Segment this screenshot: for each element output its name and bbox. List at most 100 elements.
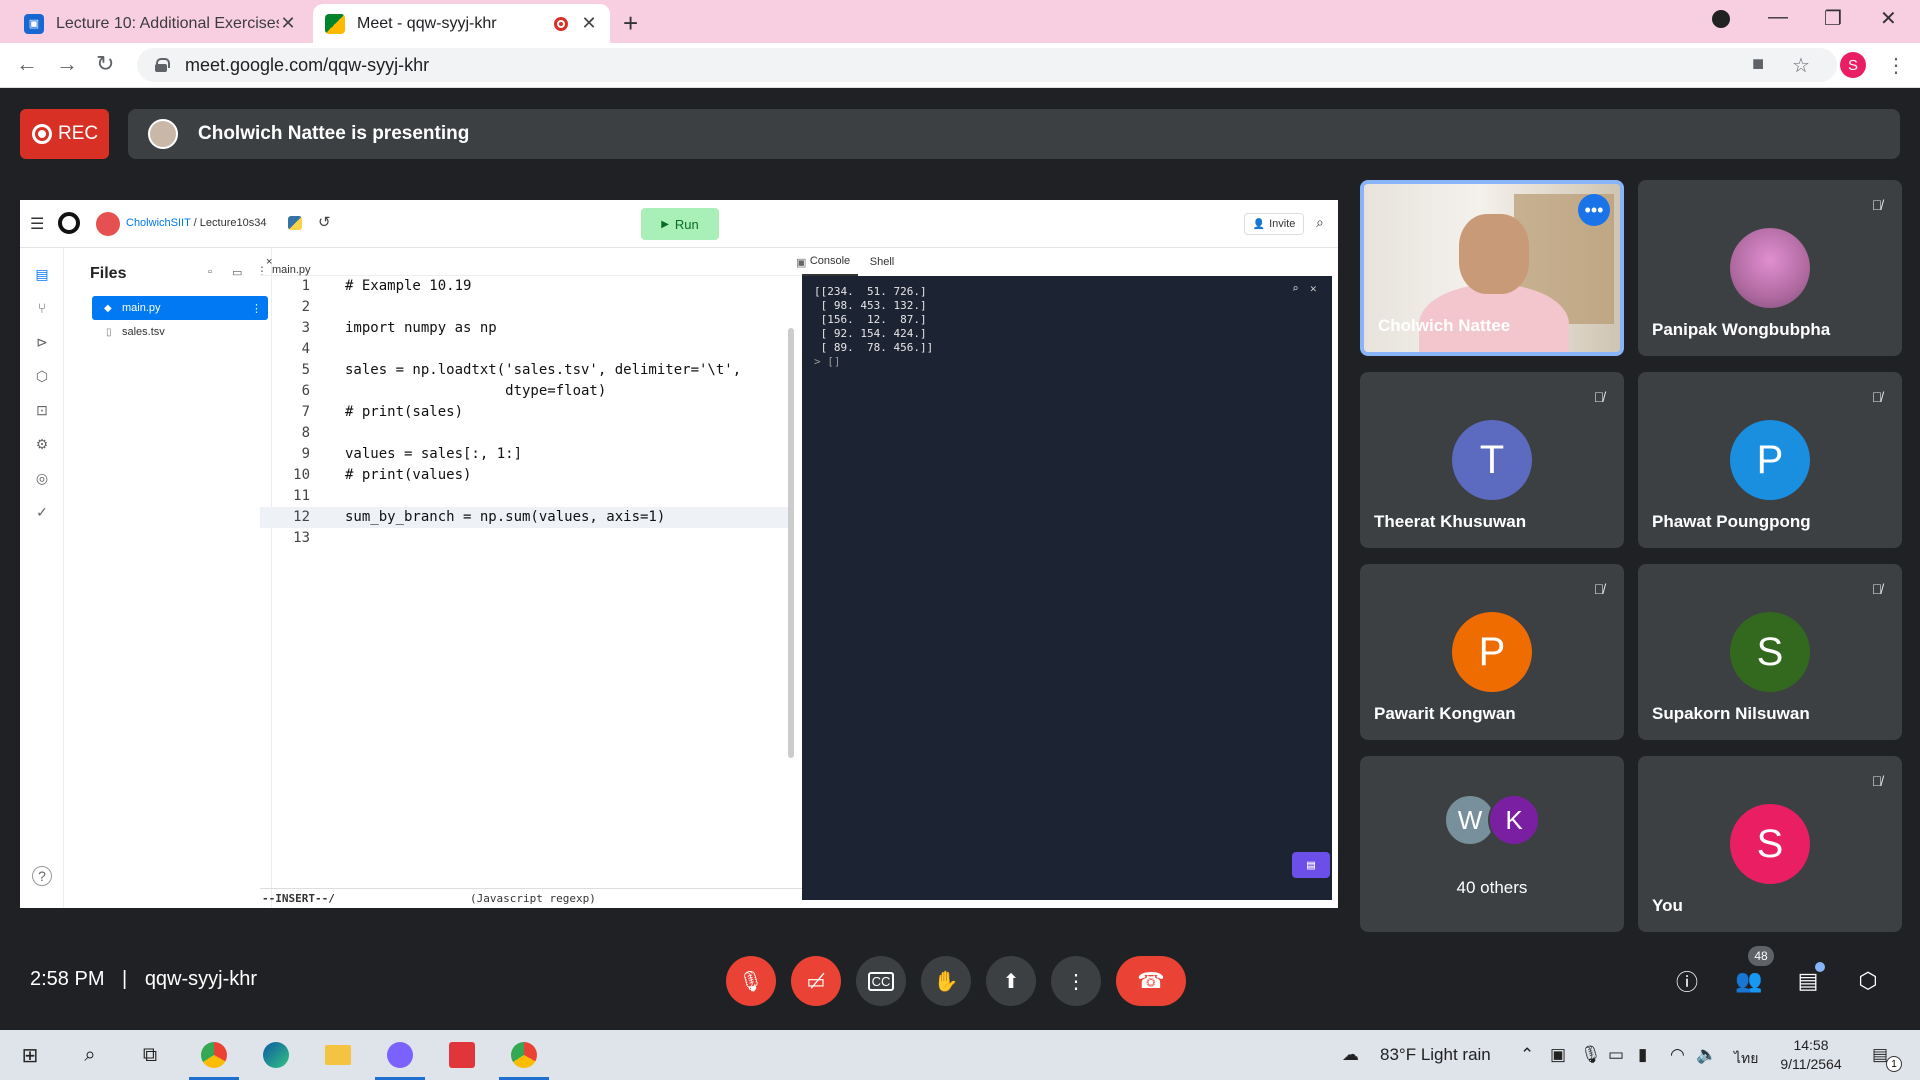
windows-start-icon[interactable]: ⊞ <box>14 1039 46 1071</box>
settings-gear-icon[interactable]: ⚙ <box>34 436 50 452</box>
presenter-face <box>1459 214 1529 294</box>
participant-avatar: T <box>1452 420 1532 500</box>
participant-avatar: S <box>1730 612 1810 692</box>
window-close-icon[interactable]: ✕ <box>1880 6 1897 31</box>
notification-count: 1 <box>1886 1056 1902 1072</box>
tab-meet[interactable]: Meet - qqw-syyj-khr ✕ <box>313 4 610 43</box>
editor-scrollbar[interactable] <box>788 328 794 758</box>
captions-button[interactable]: CC <box>856 956 906 1006</box>
file-main-py[interactable]: ◆ main.py ⋮ <box>92 296 268 320</box>
participant-tile-self[interactable]: 🎙̸ S You <box>1638 756 1902 932</box>
unit-tests-check-icon[interactable]: ✓ <box>34 504 50 520</box>
chrome-meet-icon[interactable] <box>499 1039 549 1080</box>
mic-off-icon: 🎙̸ <box>1871 581 1883 597</box>
weather-icon: ☁ <box>1342 1045 1359 1064</box>
participant-tile[interactable]: 🎙̸ Panipak Wongbubpha <box>1638 180 1902 356</box>
task-view-icon[interactable]: ⧉ <box>134 1039 166 1071</box>
edge-icon[interactable] <box>260 1039 292 1071</box>
raise-hand-button[interactable]: ✋ <box>921 956 971 1006</box>
code-area[interactable]: 1 # Example 10.19 2 3 import numpy as np 4… <box>260 276 792 886</box>
new-file-icon[interactable]: ▫ <box>208 266 212 278</box>
chrome-icon[interactable] <box>189 1039 239 1080</box>
invite-button[interactable]: 👤 Invite <box>1244 213 1304 235</box>
hamburger-icon[interactable]: ☰ <box>30 214 44 234</box>
forward-icon[interactable]: → <box>56 51 78 77</box>
browser-tab-strip: ▣ Lecture 10: Additional Exercises ✕ Mee… <box>0 0 1920 43</box>
new-tab-button[interactable]: + <box>623 8 638 39</box>
debugger-icon[interactable]: ⊳ <box>34 334 50 350</box>
people-icon[interactable]: 👥 <box>1734 966 1764 996</box>
microphone-toggle[interactable]: 🎙 <box>726 956 776 1006</box>
meeting-info-icon[interactable]: ⓘ <box>1672 966 1702 996</box>
close-icon[interactable]: ✕ <box>580 13 598 34</box>
more-options-icon[interactable]: ••• <box>1578 194 1610 226</box>
code-line: 7 # print(sales) <box>301 404 464 420</box>
reload-icon[interactable]: ↻ <box>96 51 114 77</box>
app-red-icon[interactable] <box>446 1039 478 1071</box>
code-line: 6 dtype=float) <box>301 383 607 399</box>
participant-tile[interactable]: 🎙̸ P Phawat Poungpong <box>1638 372 1902 548</box>
participant-tile-presenter[interactable]: ••• Cholwich Nattee <box>1360 180 1624 356</box>
file-sales-tsv[interactable]: ▯ sales.tsv <box>92 320 268 344</box>
breadcrumb-user[interactable]: CholwichSIIT <box>126 217 191 229</box>
address-bar[interactable]: meet.google.com/qqw-syyj-khr <box>137 48 1837 82</box>
new-folder-icon[interactable]: ▭ <box>232 266 242 279</box>
restore-icon[interactable]: ❐ <box>1824 6 1842 31</box>
screen-root: ▣ Lecture 10: Additional Exercises ✕ Mee… <box>0 0 1920 1080</box>
system-clock[interactable]: 14:58 9/11/2564 <box>1776 1036 1846 1074</box>
editor-tab-main-py[interactable]: main.py × <box>266 256 311 276</box>
database-icon[interactable]: ◎ <box>34 470 50 486</box>
others-tile[interactable]: W K 40 others <box>1360 756 1624 932</box>
battery-icon[interactable]: ▮ <box>1638 1045 1647 1065</box>
help-icon[interactable]: ? <box>32 866 52 886</box>
file-explorer-icon[interactable] <box>322 1039 354 1071</box>
back-icon[interactable]: ← <box>16 51 38 77</box>
search-icon[interactable]: ⌕ <box>74 1039 106 1071</box>
weather-text[interactable]: 83°F Light rain <box>1380 1045 1491 1065</box>
close-icon[interactable]: ✕ <box>279 13 297 34</box>
input-language[interactable]: ไทย <box>1734 1048 1758 1070</box>
display-icon[interactable]: ▭ <box>1608 1045 1624 1065</box>
secrets-lock-icon[interactable]: ⊡ <box>34 402 50 418</box>
minimize-icon[interactable]: — <box>1768 6 1788 29</box>
mic-tray-icon[interactable]: 🎙 <box>1580 1045 1602 1065</box>
code-line: 4 <box>301 341 310 357</box>
wifi-icon[interactable]: ◠ <box>1670 1045 1685 1065</box>
tab-lecture[interactable]: ▣ Lecture 10: Additional Exercises ✕ <box>12 4 309 43</box>
tab-shell[interactable]: Shell <box>862 248 902 276</box>
participant-tile[interactable]: 🎙̸ T Theerat Khusuwan <box>1360 372 1624 548</box>
vim-mode: --INSERT--/ <box>262 892 335 905</box>
packages-icon[interactable]: ⬡ <box>34 368 50 384</box>
tab-console[interactable]: Console <box>802 248 858 276</box>
user-avatar[interactable] <box>96 212 120 236</box>
chevron-up-icon[interactable]: ⌃ <box>1520 1045 1534 1065</box>
breadcrumb-project[interactable]: Lecture10s34 <box>200 217 267 229</box>
search-icon[interactable]: ⌕ <box>1316 214 1324 231</box>
participant-tile[interactable]: 🎙̸ P Pawarit Kongwan <box>1360 564 1624 740</box>
volume-icon[interactable]: 🔈 <box>1696 1045 1717 1065</box>
chrome-profile-icon[interactable] <box>375 1039 425 1080</box>
run-button[interactable]: ▶ Run <box>641 208 719 240</box>
mic-off-icon: 🎙̸ <box>1871 773 1883 789</box>
files-icon[interactable]: ▤ <box>34 266 50 282</box>
version-control-icon[interactable]: ⑂ <box>34 300 50 316</box>
camera-toggle[interactable]: ▭̸ <box>791 956 841 1006</box>
tab-search-icon[interactable] <box>1712 10 1730 28</box>
console-search-icon[interactable]: ⌕ <box>1292 282 1299 295</box>
browser-menu-icon[interactable]: ⋮ <box>1886 53 1906 78</box>
console-clear-icon[interactable]: ✕ <box>1310 282 1317 295</box>
present-icon: ⬆ <box>1002 970 1020 993</box>
bookmark-star-icon[interactable]: ☆ <box>1792 53 1810 78</box>
present-button[interactable]: ⬆ <box>986 956 1036 1006</box>
participant-tile[interactable]: 🎙̸ S Supakorn Nilsuwan <box>1638 564 1902 740</box>
more-options-button[interactable]: ⋮ <box>1051 956 1101 1006</box>
activities-icon[interactable]: ⬡ <box>1853 966 1883 996</box>
profile-avatar[interactable]: S <box>1840 52 1866 78</box>
meet-tray-icon[interactable]: ▣ <box>1550 1045 1566 1065</box>
camera-blocked-icon[interactable]: ■ <box>1752 53 1764 76</box>
leave-call-button[interactable]: ☎ <box>1116 956 1186 1006</box>
chat-button[interactable]: ▤ <box>1292 852 1330 878</box>
console-output[interactable]: ⌕ ✕ [[234. 51. 726.] [ 98. 453. 132.] [1… <box>802 276 1332 900</box>
history-icon[interactable]: ↺ <box>318 213 331 231</box>
replit-logo-icon[interactable] <box>58 212 80 234</box>
